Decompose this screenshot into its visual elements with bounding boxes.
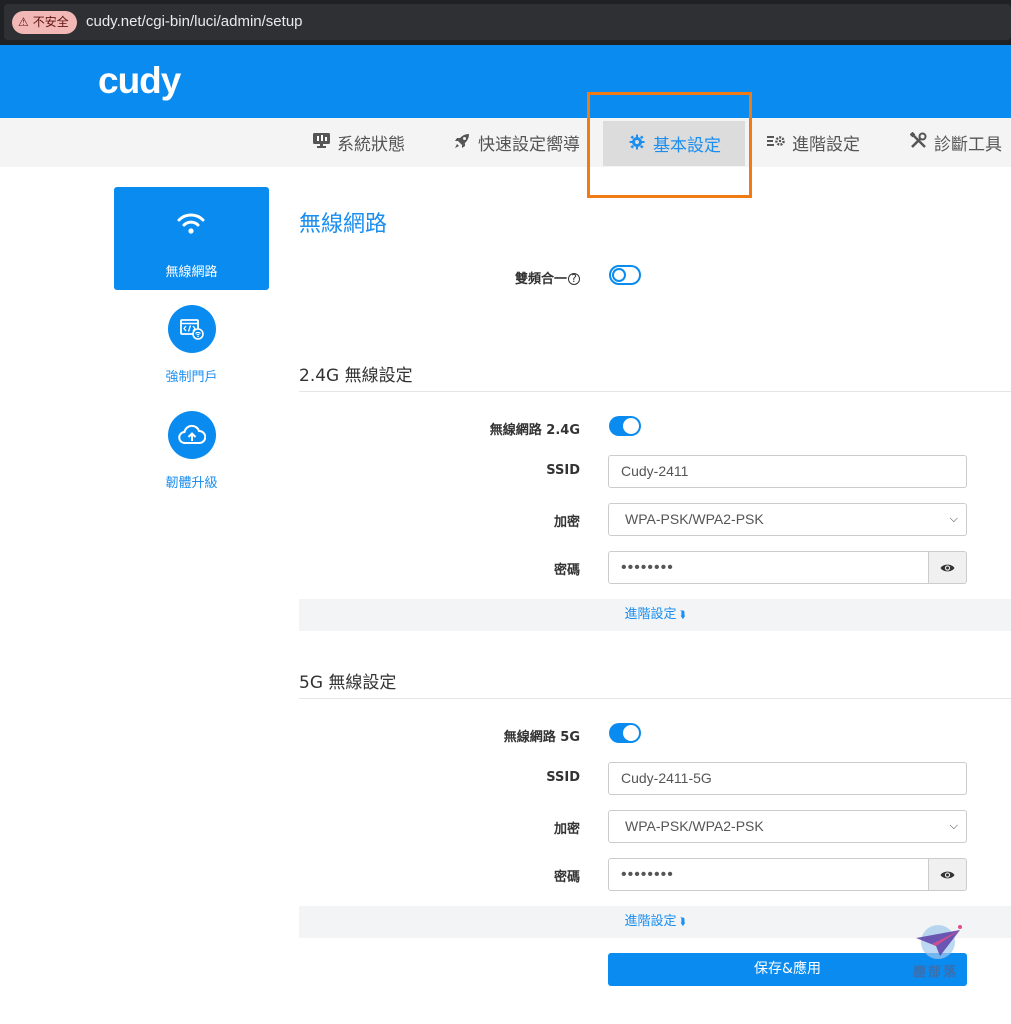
encryption-5g-value: WPA-PSK/WPA2-PSK xyxy=(625,818,764,834)
cudy-logo[interactable]: cudy xyxy=(98,60,181,102)
sidebar-item-label: 無線網路 xyxy=(165,265,218,280)
gear-icon xyxy=(627,134,647,154)
security-label: 不安全 xyxy=(32,15,69,29)
show-password-24g-button[interactable] xyxy=(928,551,967,584)
advanced-settings-icon xyxy=(766,133,786,152)
double-chevron-down-icon: ⮯ xyxy=(679,610,686,621)
top-nav: 系統狀態 快速設定嚮導 基本設定 進階設定 診斷工具 xyxy=(0,118,1011,167)
chevron-down-icon: ⌵ xyxy=(949,820,958,832)
sidebar-item-label: 強制門戶 xyxy=(165,370,218,385)
ssid-24g-input[interactable]: Cudy-2411 xyxy=(608,455,967,488)
divider xyxy=(299,391,1011,392)
wifi-icon xyxy=(176,209,206,239)
nav-quick-setup[interactable]: 快速設定嚮導 xyxy=(452,118,580,167)
address-bar[interactable]: ⚠ 不安全 cudy.net/cgi-bin/luci/admin/setup xyxy=(4,4,1011,40)
advanced-5g-label: 進階設定 xyxy=(624,914,677,929)
band-steering-toggle[interactable] xyxy=(609,265,641,285)
app-header: cudy xyxy=(0,45,1011,118)
url-text[interactable]: cudy.net/cgi-bin/luci/admin/setup xyxy=(86,13,303,30)
warning-icon: ⚠ xyxy=(18,15,29,29)
eye-icon xyxy=(940,558,955,577)
password-5g-label: 密碼 xyxy=(553,870,580,885)
captive-portal-icon xyxy=(167,305,216,353)
save-apply-button[interactable]: 保存&應用 xyxy=(608,953,967,986)
section-title-5g: 5G 無線設定 xyxy=(299,673,397,693)
advanced-24g-label: 進階設定 xyxy=(624,607,677,622)
advanced-24g-toggle[interactable]: 進階設定 ⮯ xyxy=(299,599,1011,631)
password-5g-input[interactable]: •••••••• xyxy=(608,858,929,891)
encryption-5g-label: 加密 xyxy=(553,822,580,837)
wireless-5g-label: 無線網路 5G xyxy=(503,730,580,745)
nav-label: 進階設定 xyxy=(792,135,860,155)
nav-label: 快速設定嚮導 xyxy=(478,135,580,155)
password-24g-input[interactable]: •••••••• xyxy=(608,551,929,584)
sidebar-item-captive-portal[interactable]: 強制門戶 xyxy=(114,305,269,385)
security-indicator[interactable]: ⚠ 不安全 xyxy=(12,11,77,34)
advanced-5g-toggle[interactable]: 進階設定 ⮯ xyxy=(299,906,1011,938)
divider xyxy=(299,698,1011,699)
monitor-icon xyxy=(311,133,331,152)
nav-diagnostics[interactable]: 診斷工具 xyxy=(908,118,1002,167)
wireless-24g-toggle[interactable] xyxy=(609,416,641,436)
sidebar-item-label: 韌體升級 xyxy=(165,476,218,491)
nav-label: 系統狀態 xyxy=(337,135,405,155)
wireless-24g-label: 無線網路 2.4G xyxy=(489,423,580,438)
rocket-icon xyxy=(452,133,472,153)
eye-icon xyxy=(940,865,955,884)
page-title: 無線網路 xyxy=(299,212,388,237)
encryption-24g-label: 加密 xyxy=(553,515,580,530)
password-24g-label: 密碼 xyxy=(553,563,580,578)
sidebar-item-wireless[interactable]: 無線網路 xyxy=(114,187,269,290)
band-steering-text: 雙頻合一 xyxy=(514,272,567,287)
nav-label: 診斷工具 xyxy=(934,135,1002,155)
wireless-5g-toggle[interactable] xyxy=(609,723,641,743)
cloud-upload-icon xyxy=(167,411,216,459)
help-icon[interactable]: ? xyxy=(568,273,580,285)
nav-advanced-settings[interactable]: 進階設定 xyxy=(766,118,860,167)
section-title-24g: 2.4G 無線設定 xyxy=(299,366,413,386)
double-chevron-down-icon: ⮯ xyxy=(679,917,686,928)
nav-label: 基本設定 xyxy=(653,136,721,156)
nav-system-status[interactable]: 系統狀態 xyxy=(311,118,405,167)
encryption-5g-select[interactable]: WPA-PSK/WPA2-PSK ⌵ xyxy=(608,810,967,843)
nav-basic-settings[interactable]: 基本設定 xyxy=(603,121,745,166)
browser-toolbar: ⚠ 不安全 cudy.net/cgi-bin/luci/admin/setup xyxy=(0,0,1011,45)
show-password-5g-button[interactable] xyxy=(928,858,967,891)
ssid-24g-label: SSID xyxy=(546,463,580,478)
tools-icon xyxy=(908,131,928,153)
ssid-5g-label: SSID xyxy=(546,770,580,785)
encryption-24g-value: WPA-PSK/WPA2-PSK xyxy=(625,511,764,527)
sidebar-item-firmware-upgrade[interactable]: 韌體升級 xyxy=(114,411,269,491)
chevron-down-icon: ⌵ xyxy=(949,513,958,525)
band-steering-label: 雙頻合一? xyxy=(515,268,580,287)
ssid-5g-input[interactable]: Cudy-2411-5G xyxy=(608,762,967,795)
encryption-24g-select[interactable]: WPA-PSK/WPA2-PSK ⌵ xyxy=(608,503,967,536)
